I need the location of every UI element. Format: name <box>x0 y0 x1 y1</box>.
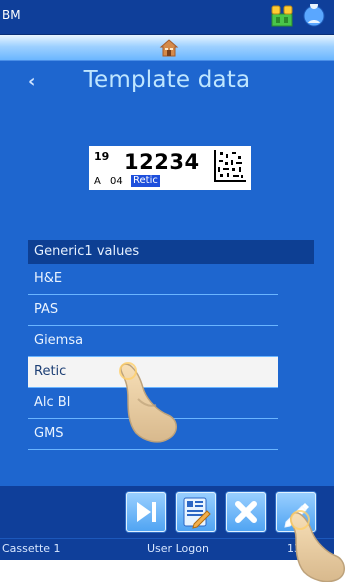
status-time: 13:49 <box>287 542 319 555</box>
title-row: ‹ Template data <box>0 61 334 101</box>
list-item[interactable]: H&E <box>28 264 278 295</box>
edit-template-icon <box>176 497 216 536</box>
list-item-label: GMS <box>34 426 64 441</box>
pencil-icon <box>276 503 316 536</box>
home-bar <box>0 35 334 61</box>
label-superscript: 19 <box>94 150 110 163</box>
confirm-edit-button[interactable] <box>276 492 316 532</box>
list-item[interactable]: GMS <box>28 419 278 450</box>
skip-forward-button[interactable] <box>126 492 166 532</box>
page-title: Template data <box>83 67 251 93</box>
label-preview: 19 12234 A 04 Retic <box>89 146 251 190</box>
label-highlight: Retic <box>131 175 160 187</box>
app-short-title: BM <box>2 8 21 22</box>
home-icon[interactable] <box>159 38 179 58</box>
datamatrix-icon <box>214 150 246 182</box>
cancel-button[interactable] <box>226 492 266 532</box>
edit-template-button[interactable] <box>176 492 216 532</box>
list-item-label: Giemsa <box>34 333 84 348</box>
list-item[interactable]: Giemsa <box>28 326 278 357</box>
list-item-selected[interactable]: Retic <box>28 357 278 388</box>
generic-values-list: Generic1 values H&E PAS Giemsa Retic Alc… <box>28 240 314 450</box>
list-item[interactable]: PAS <box>28 295 278 326</box>
device-screen: BM ‹ Template data 19 12234 A 04 Retic G… <box>0 0 334 560</box>
status-user-logon[interactable]: User Logon <box>147 542 209 555</box>
skip-forward-icon <box>126 502 166 536</box>
list-item-label: Retic <box>34 364 67 379</box>
status-bar: Cassette 1 User Logon 13:49 <box>0 538 334 560</box>
list-item-label: PAS <box>34 302 59 317</box>
topbar-icons <box>270 1 326 32</box>
label-number: 12234 <box>124 150 200 174</box>
label-code: 04 <box>110 176 123 187</box>
list-item-label: Alc Bl <box>34 395 71 410</box>
status-cassette: Cassette 1 <box>2 542 61 555</box>
user-profile-icon[interactable] <box>302 1 326 32</box>
list-item[interactable]: Alc Bl <box>28 388 278 419</box>
close-icon <box>226 501 266 536</box>
list-item-label: H&E <box>34 271 63 286</box>
list-header: Generic1 values <box>28 240 314 264</box>
label-a: A <box>94 176 101 187</box>
top-bar: BM <box>0 0 334 35</box>
network-status-icon[interactable] <box>270 4 294 32</box>
